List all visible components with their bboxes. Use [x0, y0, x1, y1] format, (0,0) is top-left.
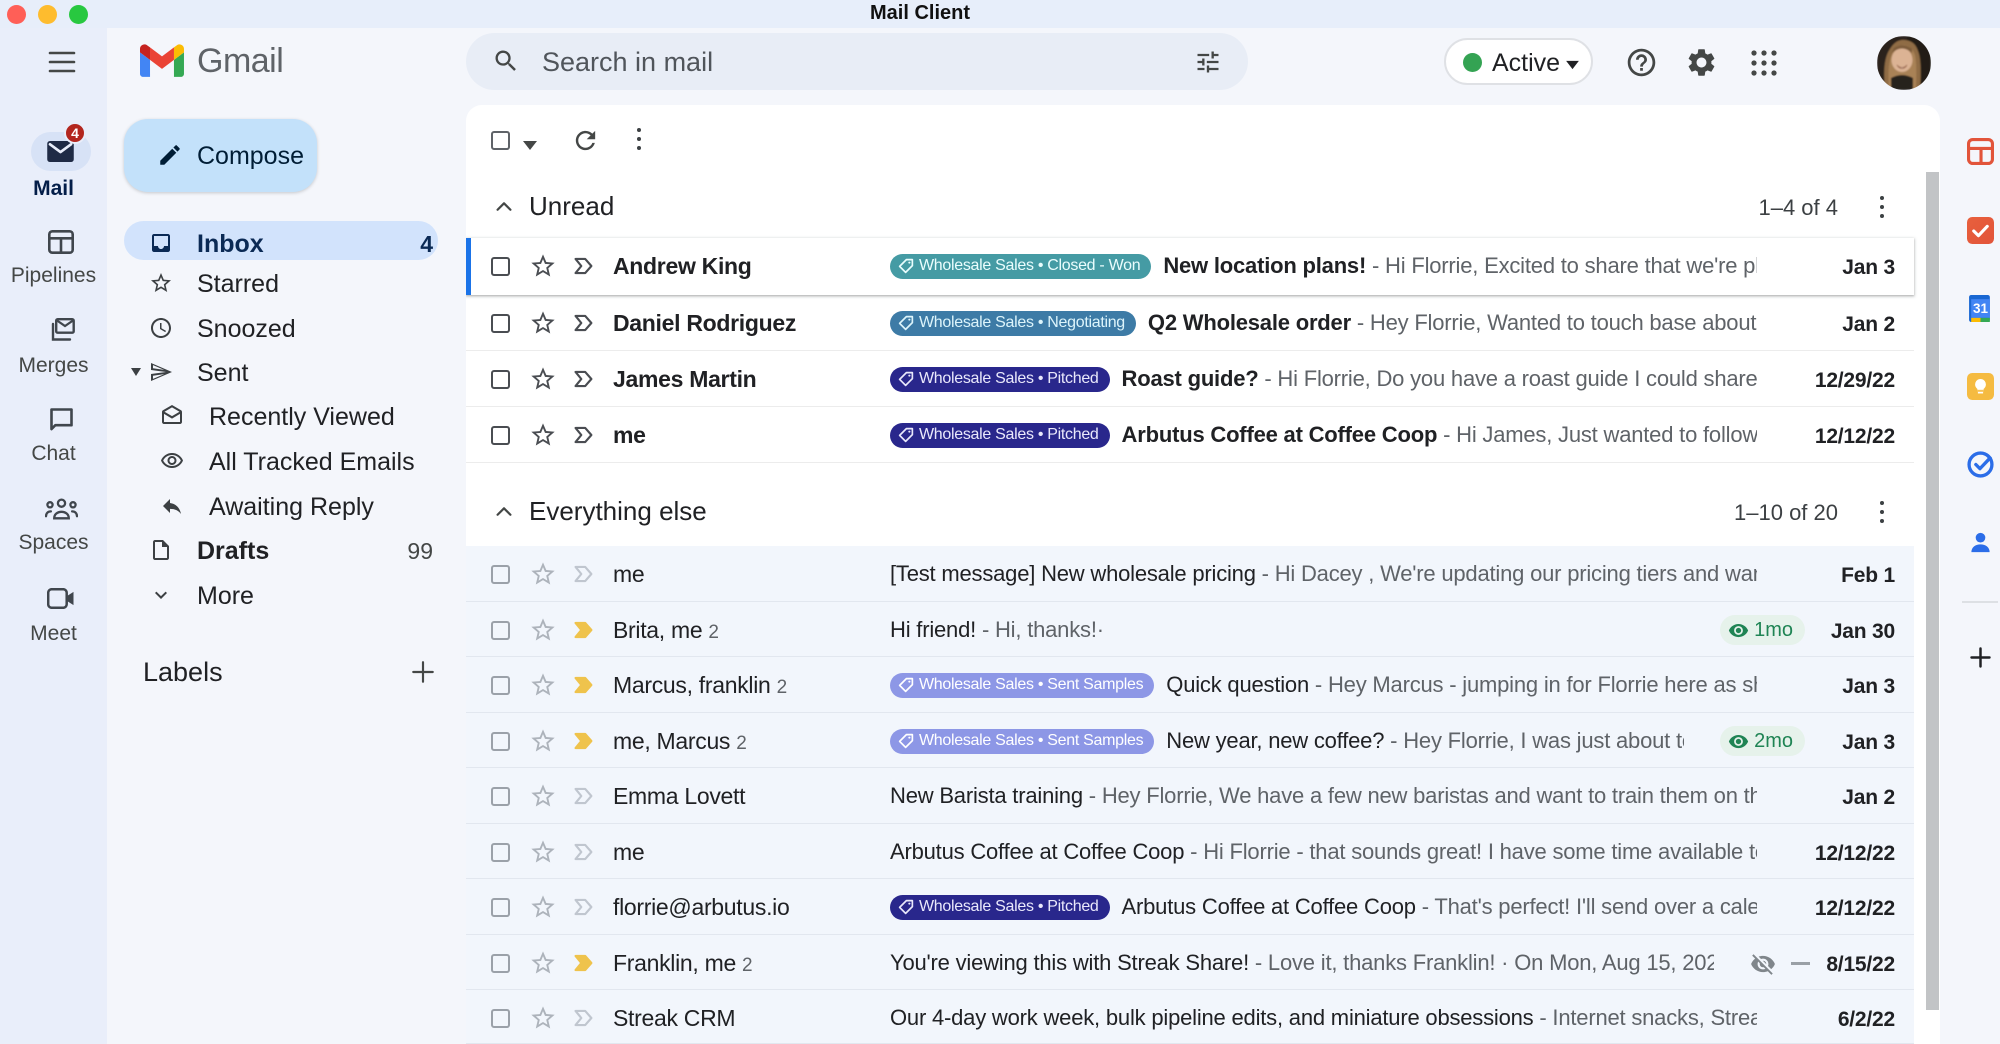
svg-text:31: 31	[1973, 301, 1989, 316]
